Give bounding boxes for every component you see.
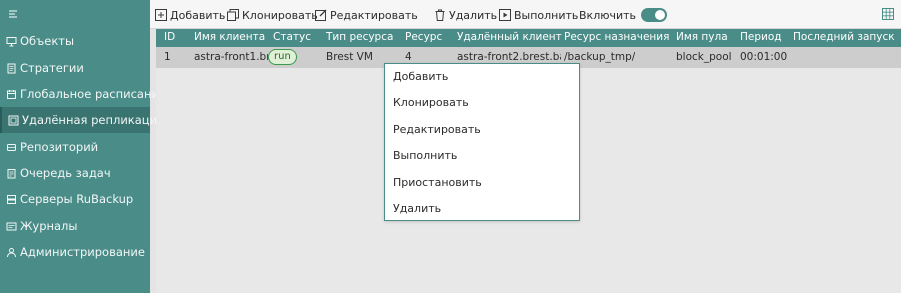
run-label: Выполнить (514, 8, 579, 22)
task-queue-icon (6, 168, 17, 179)
table-header: ID Имя клиента Статус Тип ресурса Ресурс… (156, 29, 901, 47)
plus-square-icon (155, 9, 167, 21)
play-icon (499, 9, 511, 21)
sidebar-item-label: Серверы RuBackup (20, 192, 134, 206)
copy-icon (227, 9, 239, 21)
edit-icon (315, 9, 327, 21)
edit-label: Редактировать (330, 8, 418, 22)
sidebar: Объекты Стратегии Глобальное расписание … (0, 0, 166, 293)
sidebar-item-task-queue[interactable]: Очередь задач (0, 160, 150, 186)
context-menu-run[interactable]: Выполнить (393, 149, 457, 162)
run-button[interactable]: Выполнить (499, 7, 578, 23)
sidebar-item-label: Администрирование (20, 245, 145, 259)
sidebar-item-label: Очередь задач (20, 166, 111, 180)
toggle-knob (655, 10, 665, 20)
log-icon (6, 221, 17, 232)
cell-pool: block_pool (676, 51, 732, 63)
replication-icon (8, 115, 19, 126)
context-menu-add[interactable]: Добавить (393, 70, 448, 83)
sidebar-item-label: Стратегии (20, 61, 84, 75)
sidebar-item-rubackup-servers[interactable]: Серверы RuBackup (0, 186, 150, 212)
column-header-remote-client[interactable]: Удалённый клиент (457, 31, 562, 43)
cell-id: 1 (164, 51, 171, 63)
enable-label: Включить (579, 8, 637, 22)
trash-icon (434, 9, 446, 21)
sidebar-item-label: Объекты (20, 34, 75, 48)
sidebar-item-remote-replication[interactable]: Удалённая репликация (0, 107, 164, 133)
sidebar-item-label: Глобальное расписание (20, 87, 167, 101)
column-header-period[interactable]: Период (740, 31, 782, 43)
column-header-resource[interactable]: Ресурс (405, 31, 442, 43)
delete-label: Удалить (449, 8, 498, 22)
clone-button[interactable]: Клонировать (227, 7, 318, 23)
document-icon (6, 63, 17, 74)
storage-icon (6, 142, 17, 153)
context-menu-edit[interactable]: Редактировать (393, 123, 481, 136)
column-header-destination[interactable]: Ресурс назначения (564, 31, 669, 43)
clone-label: Клонировать (242, 8, 318, 22)
enable-toggle[interactable] (641, 8, 667, 22)
column-header-pool[interactable]: Имя пула (676, 31, 728, 43)
context-menu-clone[interactable]: Клонировать (393, 96, 469, 109)
column-header-id[interactable]: ID (164, 31, 175, 43)
column-header-last-run[interactable]: Последний запуск (793, 31, 895, 43)
admin-icon (6, 247, 17, 258)
toolbar: Добавить Клонировать Редактировать Удали… (150, 0, 901, 29)
sidebar-item-strategies[interactable]: Стратегии (0, 55, 150, 81)
context-menu-delete[interactable]: Удалить (393, 202, 441, 215)
column-header-status[interactable]: Статус (273, 31, 311, 43)
sidebar-item-global-schedule[interactable]: Глобальное расписание (0, 81, 166, 107)
server-icon (6, 194, 17, 205)
menu-collapse-icon[interactable] (7, 8, 19, 20)
cell-remote-client: astra-front2.brest.back (457, 51, 561, 63)
add-label: Добавить (170, 8, 226, 22)
column-header-resource-type[interactable]: Тип ресурса (326, 31, 393, 43)
column-header-client-name[interactable]: Имя клиента (194, 31, 265, 43)
sidebar-item-objects[interactable]: Объекты (0, 28, 150, 54)
grid-settings-icon[interactable] (882, 8, 894, 20)
add-button[interactable]: Добавить (155, 7, 225, 23)
edit-button[interactable]: Редактировать (315, 7, 418, 23)
sidebar-item-administration[interactable]: Администрирование (0, 239, 150, 265)
context-menu: Добавить Клонировать Редактировать Выпол… (384, 63, 580, 221)
sidebar-item-label: Удалённая репликация (22, 113, 165, 127)
calendar-icon (6, 89, 17, 100)
cell-destination: /backup_tmp/ (564, 51, 636, 63)
cell-client-name: astra-front1.brest.back (194, 51, 268, 63)
context-menu-pause[interactable]: Приостановить (393, 176, 482, 189)
cell-resource: 4 (405, 51, 412, 63)
cell-period: 00:01:00 (740, 51, 788, 63)
status-badge: run (268, 49, 297, 65)
sidebar-item-repository[interactable]: Репозиторий (0, 134, 150, 160)
sidebar-item-label: Репозиторий (20, 140, 99, 154)
cell-resource-type: Brest VM (326, 51, 373, 63)
delete-button[interactable]: Удалить (434, 7, 497, 23)
monitor-icon (6, 36, 17, 47)
sidebar-item-label: Журналы (20, 219, 78, 233)
sidebar-item-logs[interactable]: Журналы (0, 213, 150, 239)
